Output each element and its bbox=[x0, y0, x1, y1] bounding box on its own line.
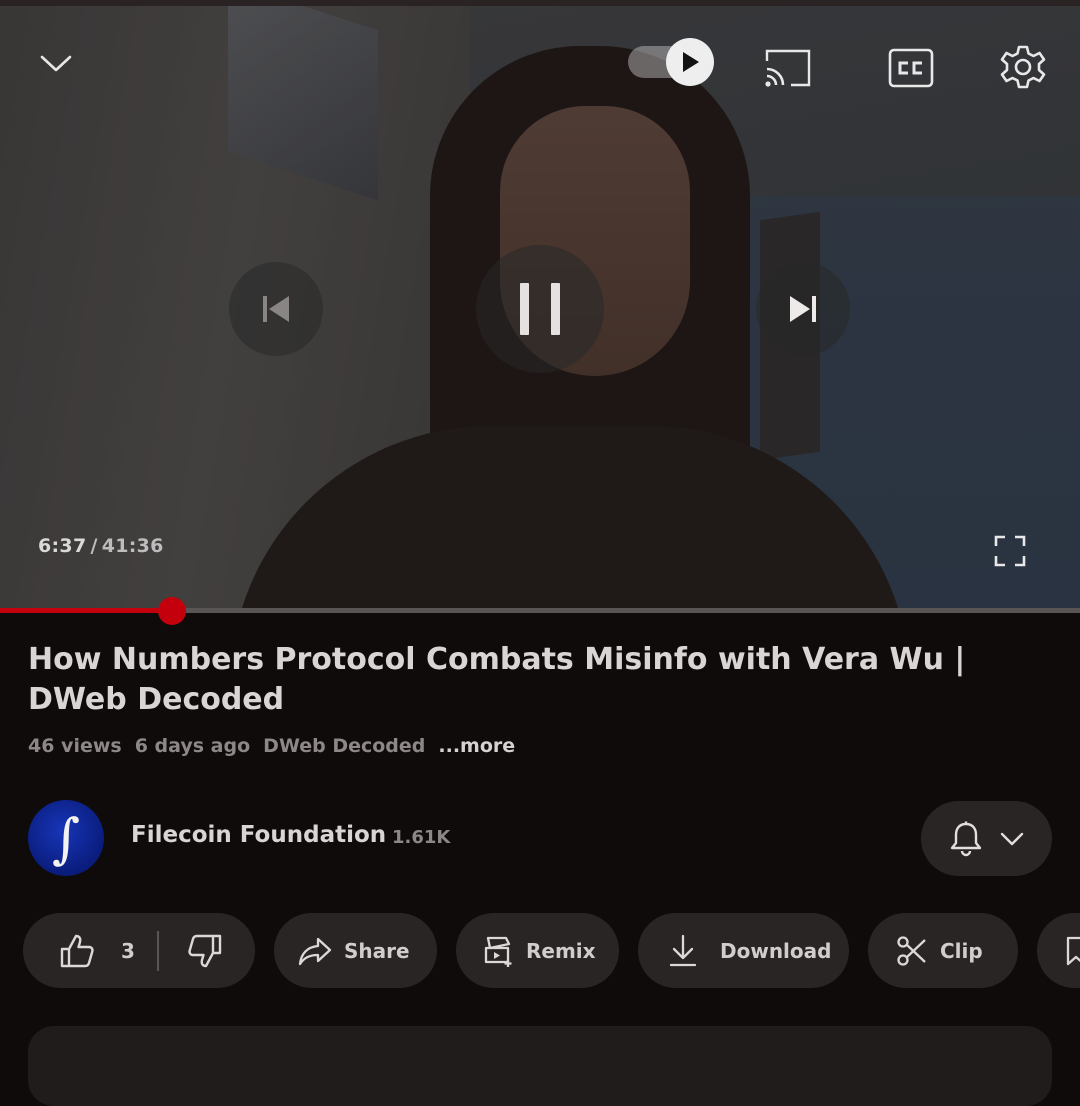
video-duration: 41:36 bbox=[101, 535, 164, 557]
autoplay-play-icon bbox=[683, 52, 699, 72]
video-title[interactable]: How Numbers Protocol Combats Misinfo wit… bbox=[28, 640, 1028, 720]
fullscreen-icon bbox=[994, 535, 1026, 567]
thumbs-down-icon[interactable] bbox=[187, 933, 223, 969]
channel-name[interactable]: Filecoin Foundation bbox=[131, 822, 386, 848]
remix-icon bbox=[484, 936, 512, 967]
minimize-player-button[interactable] bbox=[30, 40, 82, 86]
download-icon bbox=[669, 934, 697, 966]
chevron-down-icon bbox=[1000, 832, 1023, 845]
captions-icon bbox=[888, 48, 934, 88]
pause-icon bbox=[520, 283, 560, 335]
download-label: Download bbox=[720, 938, 832, 963]
current-time: 6:37 bbox=[38, 535, 87, 557]
settings-gear-icon bbox=[1000, 45, 1046, 89]
scissors-icon bbox=[897, 935, 926, 966]
captions-button[interactable] bbox=[886, 46, 936, 90]
settings-button[interactable] bbox=[996, 40, 1050, 94]
fullscreen-button[interactable] bbox=[990, 532, 1030, 570]
previous-icon bbox=[263, 296, 289, 322]
chevron-down-icon bbox=[40, 55, 72, 72]
like-divider bbox=[156, 930, 159, 971]
time-separator: / bbox=[90, 535, 98, 557]
more-description-link[interactable]: ...more bbox=[438, 735, 515, 757]
clip-label: Clip bbox=[940, 938, 983, 963]
progress-bar-played bbox=[0, 608, 172, 613]
comments-preview-card[interactable] bbox=[28, 1026, 1052, 1106]
previous-video-button[interactable] bbox=[229, 262, 323, 356]
view-count: 46 views bbox=[28, 735, 122, 757]
share-button[interactable]: Share bbox=[274, 913, 437, 988]
cast-button[interactable] bbox=[760, 44, 816, 92]
thumbs-up-icon[interactable] bbox=[59, 933, 95, 969]
play-pause-button[interactable] bbox=[476, 245, 604, 373]
progress-scrubber[interactable] bbox=[158, 597, 186, 625]
remix-label: Remix bbox=[526, 938, 596, 963]
avatar-logo: ∫ bbox=[51, 806, 81, 870]
clip-button[interactable]: Clip bbox=[868, 913, 1018, 988]
next-icon bbox=[790, 296, 816, 322]
upload-age: 6 days ago bbox=[134, 735, 251, 757]
channel-avatar[interactable]: ∫ bbox=[28, 800, 104, 876]
subscriber-count: 1.61K bbox=[392, 827, 451, 848]
share-arrow-icon bbox=[298, 937, 332, 965]
next-video-button[interactable] bbox=[756, 262, 850, 356]
remix-button[interactable]: Remix bbox=[456, 913, 619, 988]
cast-icon bbox=[765, 49, 811, 87]
like-dislike-group: 3 bbox=[23, 913, 255, 988]
subscription-notifications-button[interactable] bbox=[921, 801, 1052, 876]
autoplay-toggle-knob[interactable] bbox=[666, 38, 714, 86]
share-label: Share bbox=[344, 938, 410, 963]
bell-icon bbox=[950, 821, 981, 856]
like-count: 3 bbox=[121, 938, 135, 963]
bookmark-icon bbox=[1066, 936, 1080, 965]
playback-time: 6:37/41:36 bbox=[38, 535, 164, 557]
download-button[interactable]: Download bbox=[638, 913, 849, 988]
save-button[interactable] bbox=[1037, 913, 1080, 988]
video-meta[interactable]: 46 views 6 days ago DWeb Decoded ...more bbox=[28, 735, 515, 757]
playlist-tag[interactable]: DWeb Decoded bbox=[263, 735, 425, 757]
